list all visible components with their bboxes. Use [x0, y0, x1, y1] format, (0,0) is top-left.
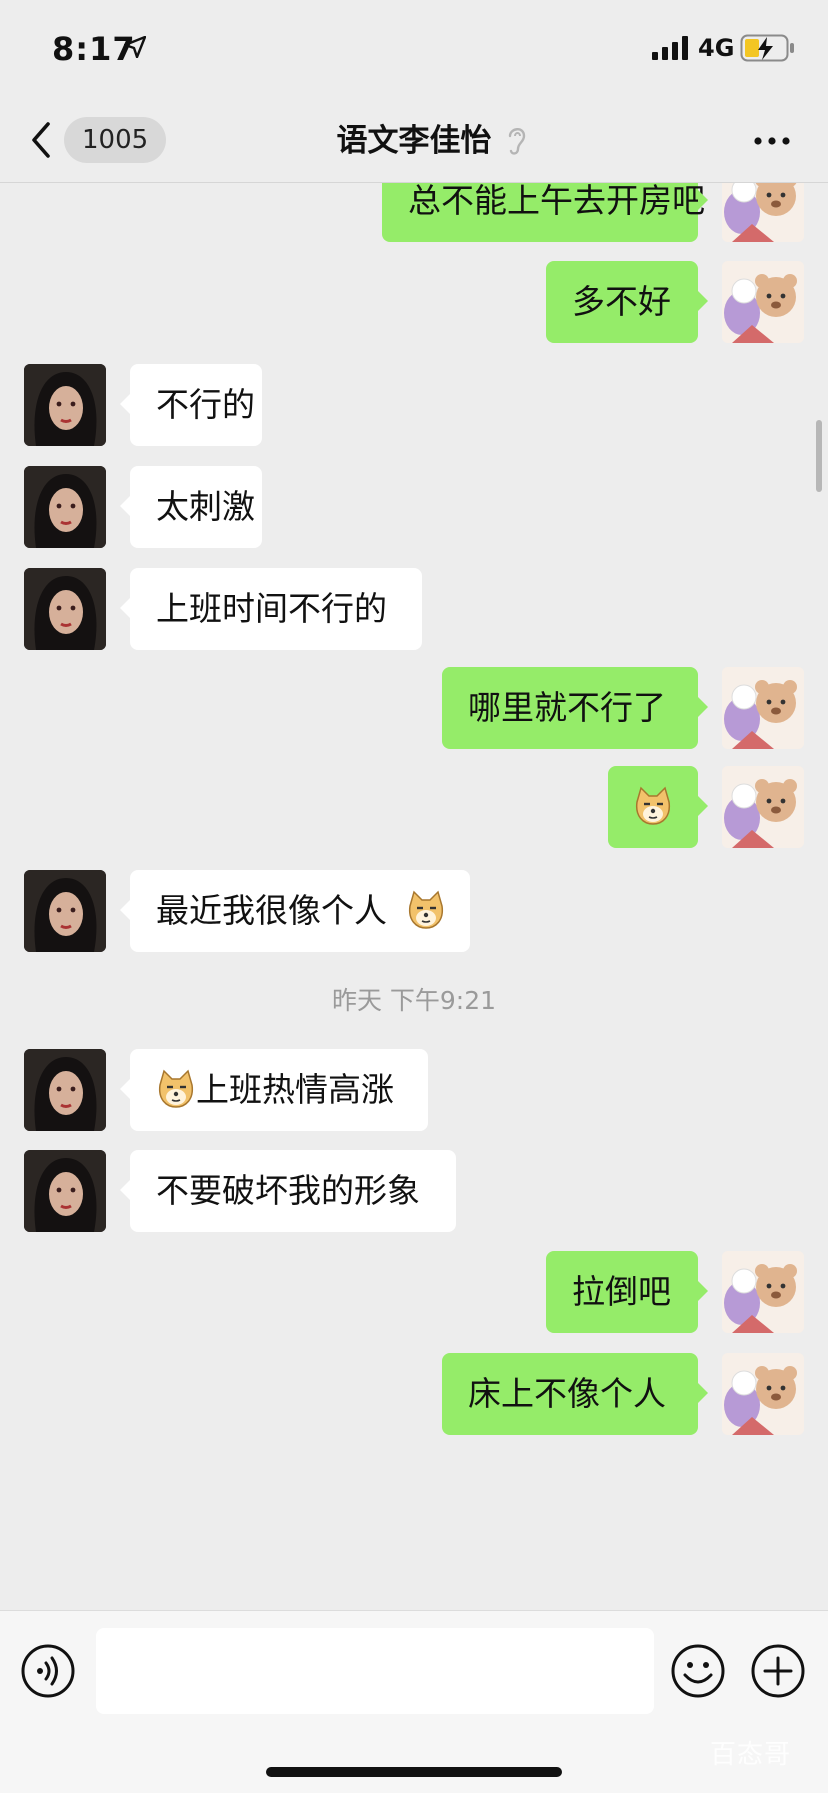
- message-bubble[interactable]: 最近我很像个人: [120, 870, 470, 952]
- signal-icon: [652, 36, 688, 60]
- contact-avatar[interactable]: [24, 466, 106, 548]
- more-dots-icon[interactable]: [752, 126, 792, 156]
- my-avatar[interactable]: [722, 261, 804, 343]
- message-text: 哪里就不行了: [468, 688, 666, 727]
- chat-header: 语文李佳怡 1005: [0, 100, 828, 183]
- doge-emoji-icon: [408, 890, 443, 929]
- contact-avatar[interactable]: [24, 1049, 106, 1131]
- chat-timestamp: 昨天 下午9:21: [331, 986, 497, 1015]
- message-text: 太刺激: [156, 487, 255, 526]
- message-bubble[interactable]: 哪里就不行了: [442, 667, 708, 749]
- message-bubble[interactable]: 太刺激: [120, 466, 262, 548]
- message-text: 上班时间不行的: [156, 589, 387, 628]
- unread-count-badge[interactable]: 1005: [64, 117, 167, 163]
- contact-avatar[interactable]: [24, 364, 106, 446]
- scrollbar[interactable]: [816, 420, 822, 492]
- message-input[interactable]: [96, 1628, 654, 1714]
- message-bubble[interactable]: 多不好: [546, 261, 708, 343]
- message-bubble[interactable]: 总不能上午去开房吧: [382, 183, 708, 242]
- message-text: 不行的: [156, 385, 255, 424]
- message-bubble[interactable]: 拉倒吧: [546, 1251, 708, 1333]
- message-bubble[interactable]: 不要破坏我的形象: [120, 1150, 456, 1232]
- watermark: 百态哥: [710, 1740, 792, 1770]
- message-bubble[interactable]: 不行的: [120, 364, 262, 446]
- my-avatar[interactable]: [722, 1251, 804, 1333]
- message-bubble[interactable]: [608, 766, 708, 848]
- plus-icon[interactable]: [750, 1643, 806, 1699]
- home-indicator: [266, 1767, 562, 1777]
- message-text: 上班热情高涨: [196, 1070, 394, 1109]
- message-text: 拉倒吧: [572, 1272, 671, 1311]
- message-text: 最近我很像个人: [156, 891, 387, 930]
- message-bubble[interactable]: 上班时间不行的: [120, 568, 422, 650]
- my-avatar[interactable]: [722, 766, 804, 848]
- doge-emoji-icon: [635, 786, 671, 825]
- message-text: 总不能上午去开房吧: [408, 183, 705, 220]
- message-text: 不要破坏我的形象: [156, 1171, 420, 1210]
- contact-avatar[interactable]: [24, 1150, 106, 1232]
- location-arrow-icon: [124, 36, 146, 58]
- chevron-left-icon[interactable]: [26, 118, 56, 162]
- doge-emoji-icon: [158, 1069, 194, 1108]
- network-label: 4G: [698, 34, 735, 62]
- chat-messages[interactable]: 总不能上午去开房吧 多不好 不行的 太刺激 上班时间不行的 哪里就不行了 最近我…: [0, 183, 828, 1610]
- my-avatar[interactable]: [722, 1353, 804, 1435]
- status-bar: 8:17 4G: [0, 0, 828, 100]
- contact-avatar[interactable]: [24, 568, 106, 650]
- input-bar: [0, 1610, 828, 1793]
- battery-charging-icon: [740, 34, 794, 62]
- smiley-icon[interactable]: [670, 1643, 726, 1699]
- message-text: 多不好: [572, 282, 671, 321]
- ear-icon: [508, 128, 526, 155]
- my-avatar[interactable]: [722, 667, 804, 749]
- contact-avatar[interactable]: [24, 870, 106, 952]
- message-bubble[interactable]: 上班热情高涨: [120, 1049, 428, 1131]
- message-text: 床上不像个人: [468, 1374, 666, 1413]
- my-avatar[interactable]: [722, 183, 804, 242]
- message-bubble[interactable]: 床上不像个人: [442, 1353, 708, 1435]
- voice-icon[interactable]: [20, 1643, 76, 1699]
